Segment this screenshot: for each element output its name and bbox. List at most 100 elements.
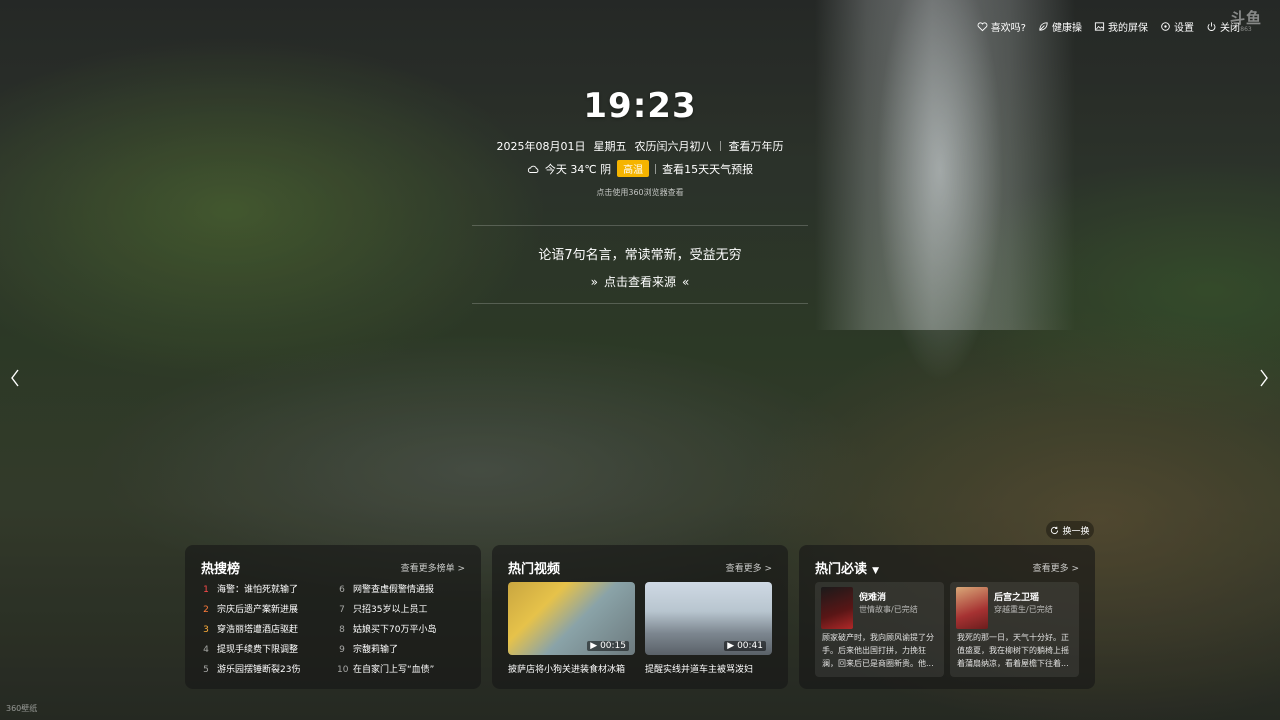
book-tag: 世情故事/已完结 [859,605,918,614]
list-item[interactable]: 4 提现手续费下限调整 [201,643,337,657]
video-thumbnail: ▶ 00:41 [645,582,772,655]
cloud-icon [527,165,539,173]
weather-line: 今天 34℃ 阴 高温 查看15天天气预报 [440,160,840,177]
double-chevron-left-icon: « [682,274,690,289]
list-item[interactable]: 1 海警：谁怕死就输了 [201,583,337,597]
screensaver-label: 我的屏保 [1108,22,1148,34]
video-item[interactable]: ▶ 00:41 提醒实线并道车主被骂泼妇 [645,582,772,675]
lunar-date-text: 农历闰六月初八 [634,140,712,153]
list-item-text: 在自家门上写“血债” [353,665,435,675]
book-item[interactable]: 后宫之卫瑶 穿越重生/已完结 我死的那一日，天气十分好。正值盛夏，我在柳树下的躺… [950,582,1079,677]
hot-read-card: 热门必读 ▼ 查看更多 > 倪难消 世情故事/已完结 顾家破产时，我向顾风谕提了… [799,545,1095,689]
list-item-text: 宗庆后遗产案新进展 [217,605,299,615]
divider [655,163,657,174]
list-item[interactable]: 7 只招35岁以上员工 [337,603,457,617]
book-description: 顾家破产时，我向顾风谕提了分手。后来他出国打拼，力挽狂澜，回来后已是商圈新贵。他… [822,633,934,668]
rank-number: 2 [203,605,209,615]
list-item-text: 姑娘买下70万平小岛 [353,625,437,635]
list-item[interactable]: 8 姑娘买下70万平小岛 [337,623,457,637]
weekday-text: 星期五 [593,140,627,153]
list-item[interactable]: 5 游乐园摆锤断裂23伤 [201,663,337,677]
chevron-left-icon [11,369,19,387]
like-button[interactable]: 喜欢吗? [977,19,1026,34]
prev-wallpaper-button[interactable] [10,368,20,393]
list-item-text: 游乐园摆锤断裂23伤 [217,665,301,675]
play-icon: ▶ [727,641,735,651]
book-description: 我死的那一日，天气十分好。正值盛夏，我在柳树下的躺椅上摇着蒲扇纳凉，看着屋檐下往… [957,633,1069,668]
list-item[interactable]: 10 在自家门上写“血债” [337,663,457,677]
like-label: 喜欢吗? [990,22,1026,34]
book-cover [956,587,988,629]
hot-video-card: 热门视频 查看更多 > ▶ 00:15 披萨店将小狗关进装食材冰箱 ▶ 00:4… [492,545,788,689]
rank-number: 6 [339,585,345,595]
settings-button[interactable]: 设置 [1160,19,1194,34]
refresh-icon [1051,526,1059,534]
next-wallpaper-button[interactable] [1259,368,1269,393]
video-thumbnail: ▶ 00:15 [508,582,635,655]
brand-sub-text: 863 [1240,26,1252,33]
book-cover [821,587,853,629]
quote-text: 论语7句名言，常读常新，受益无穷 [538,248,742,263]
video-list: ▶ 00:15 披萨店将小狗关进装食材冰箱 ▶ 00:41 提醒实线并道车主被骂… [508,582,776,675]
calendar-link[interactable]: 查看万年历 [729,138,784,154]
rank-number: 3 [203,625,209,635]
image-icon [1094,21,1105,31]
brand-logo: 斗鱼 863 [1226,10,1266,34]
my-screensaver-button[interactable]: 我的屏保 [1094,19,1148,34]
video-duration: 00:15 [600,641,626,651]
date-line: 2025年08月01日 星期五 农历闰六月初八 查看万年历 [440,138,840,154]
book-title: 后宫之卫瑶 [994,593,1040,603]
rank-number: 4 [203,645,209,655]
divider-top [472,225,808,226]
list-item[interactable]: 3 穿浩丽塔遭酒店驱赶 [201,623,337,637]
refresh-button[interactable]: 换一换 [1046,521,1094,539]
video-duration: 00:41 [737,641,763,651]
heart-icon [977,21,988,31]
list-item[interactable]: 6 网警查虚假警情通报 [337,583,457,597]
rank-number: 1 [203,585,209,595]
leaf-icon [1039,21,1048,31]
settings-icon [1161,21,1170,31]
rank-number: 8 [339,625,345,635]
hot-search-title: 热搜榜 [201,562,241,577]
divider-bottom [472,303,808,304]
divider [719,141,721,151]
health-exercise-button[interactable]: 健康操 [1038,19,1082,34]
rank-number: 5 [203,665,209,675]
list-item[interactable]: 9 宗馥莉输了 [337,643,457,657]
watermark: 360壁纸 [6,704,38,713]
weather-summary: 今天 34℃ 阴 [544,162,612,176]
hot-read-title: 热门必读 [815,562,868,577]
clock-time: 19:23 [583,86,697,126]
list-item-text: 穿浩丽塔遭酒店驱赶 [217,625,299,635]
hot-search-more-link[interactable]: 查看更多榜单 > [401,561,465,574]
book-item[interactable]: 倪难消 世情故事/已完结 顾家破产时，我向顾风谕提了分手。后来他出国打拼，力挽狂… [815,582,944,677]
play-icon: ▶ [590,641,598,651]
quote-source-link[interactable]: » 点击查看来源 « [440,273,840,290]
list-item-text: 只招35岁以上员工 [353,605,428,615]
list-item[interactable]: 2 宗庆后遗产案新进展 [201,603,337,617]
quote-source-label: 点击查看来源 [603,275,676,289]
waterfall-highlight [815,0,1075,330]
brand-logo-text: 斗鱼 [1229,9,1262,27]
rank-number: 10 [337,665,349,675]
book-list: 倪难消 世情故事/已完结 顾家破产时，我向顾风谕提了分手。后来他出国打拼，力挽狂… [815,582,1081,677]
hot-video-more-link[interactable]: 查看更多 > [726,561,772,574]
browser-hint[interactable]: 点击使用360浏览器查看 [440,187,840,198]
hot-video-title: 热门视频 [508,562,561,577]
video-item[interactable]: ▶ 00:15 披萨店将小狗关进装食材冰箱 [508,582,635,675]
settings-label: 设置 [1174,22,1194,34]
rank-number: 9 [339,645,345,655]
video-duration-badge: ▶ 00:15 [587,641,629,651]
list-item-text: 海警：谁怕死就输了 [217,585,299,595]
book-title: 倪难消 [859,593,887,603]
forecast-link[interactable]: 查看15天天气预报 [662,161,753,177]
video-caption: 披萨店将小狗关进装食材冰箱 [508,665,626,675]
heat-warning-badge[interactable]: 高温 [617,160,650,177]
list-item-text: 宗馥莉输了 [353,645,399,655]
list-item-text: 网警查虚假警情通报 [353,585,435,595]
hot-read-title-group[interactable]: 热门必读 ▼ [815,558,879,577]
hot-read-more-link[interactable]: 查看更多 > [1033,561,1079,574]
video-caption: 提醒实线并道车主被骂泼妇 [645,665,754,675]
list-item-text: 提现手续费下限调整 [217,645,299,655]
